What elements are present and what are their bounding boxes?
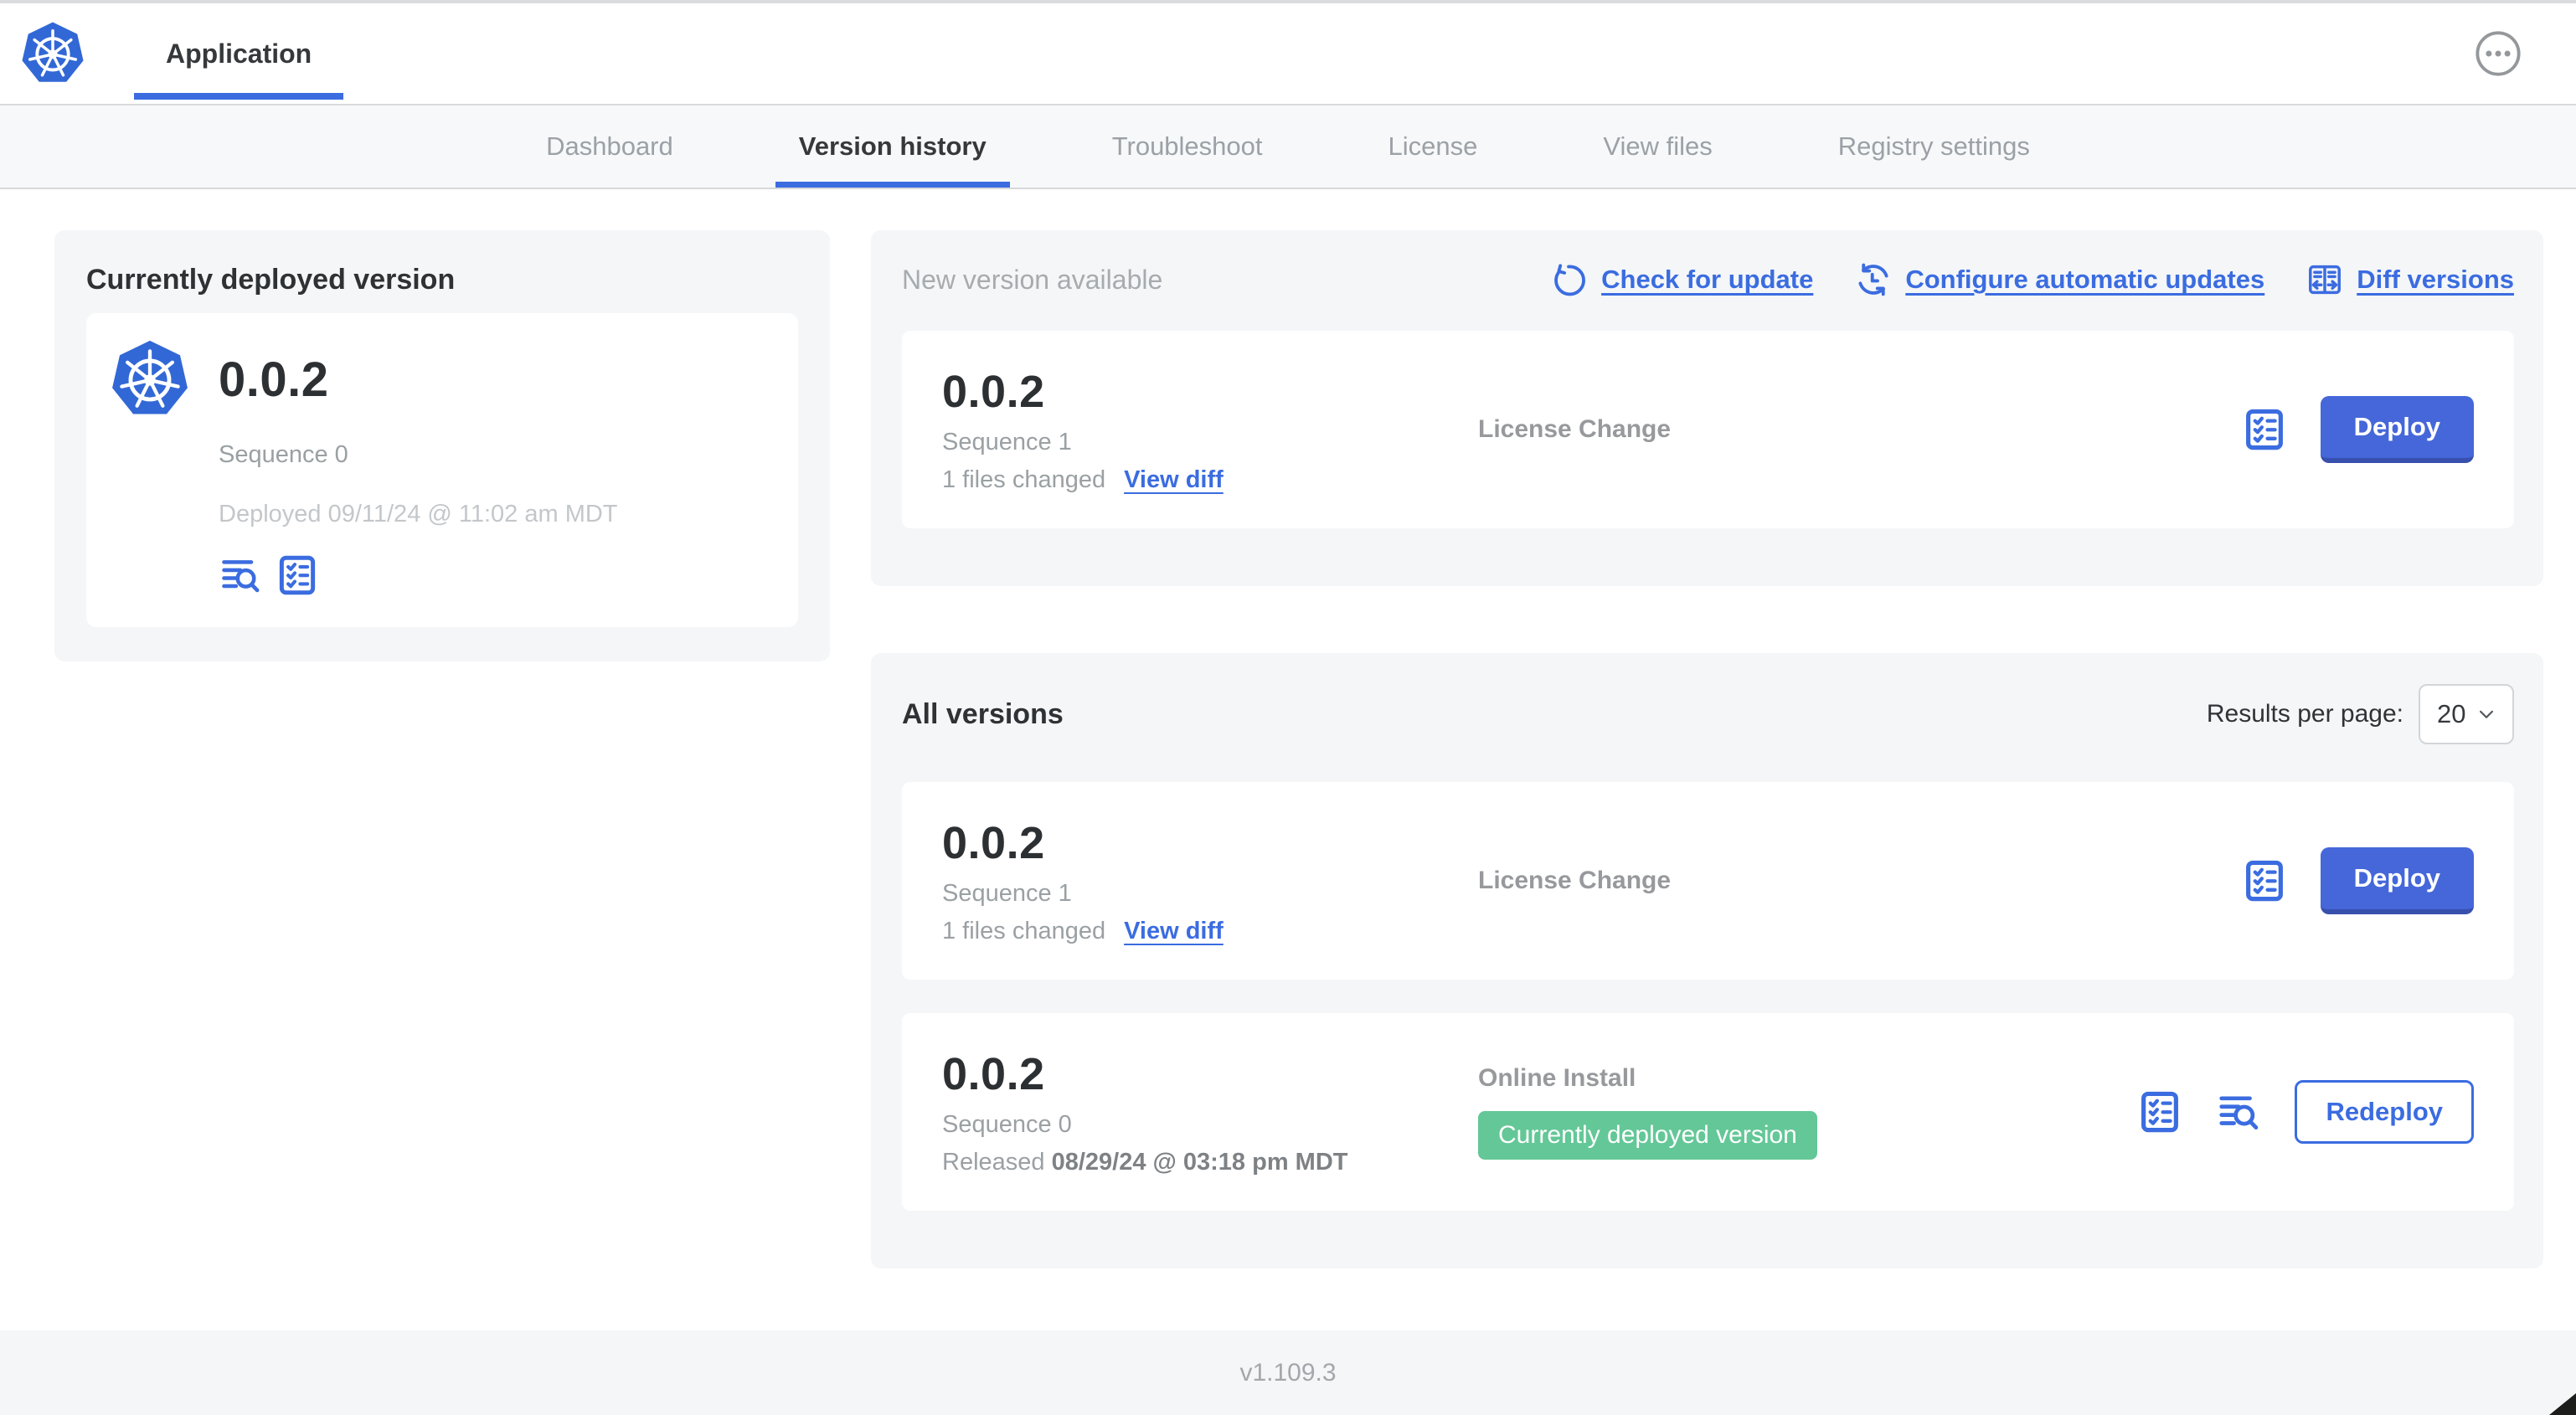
- preflight-checks-button[interactable]: [2242, 858, 2287, 903]
- deployed-version-card: 0.0.2 Sequence 0 Deployed 09/11/24 @ 11:…: [86, 313, 798, 627]
- view-diff-link[interactable]: View diff: [1124, 466, 1224, 494]
- version-sequence: Sequence 1: [942, 879, 1072, 907]
- app-subnav: Dashboard Version history Troubleshoot L…: [0, 105, 2576, 189]
- diff-columns-icon: [2309, 265, 2342, 295]
- deployed-version-number: 0.0.2: [219, 352, 329, 407]
- kubernetes-logo-icon: [20, 21, 85, 84]
- deployed-panel-title: Currently deployed version: [86, 264, 456, 296]
- rotate-ccw-icon: [1554, 264, 1586, 296]
- new-version-row: 0.0.2 Sequence 1 1 files changed View di…: [902, 331, 2514, 528]
- currently-deployed-badge: Currently deployed version: [1478, 1111, 1817, 1160]
- version-source: License Change: [1478, 415, 1672, 443]
- deployed-timestamp: Deployed 09/11/24 @ 11:02 am MDT: [219, 501, 618, 527]
- version-row: 0.0.2 Sequence 0 Released 08/29/24 @ 03:…: [902, 1013, 2514, 1211]
- view-diff-link[interactable]: View diff: [1124, 918, 1224, 945]
- kubernetes-app-icon: [110, 339, 190, 419]
- tab-label: Registry settings: [1837, 131, 2030, 161]
- preflight-checklist-icon: [2242, 858, 2287, 903]
- diff-versions-link[interactable]: Diff versions: [2306, 261, 2514, 298]
- deploy-button[interactable]: Deploy: [2320, 396, 2474, 463]
- preflight-checklist-icon: [2137, 1089, 2182, 1135]
- top-header: Application: [0, 3, 2576, 105]
- version-number: 0.0.2: [942, 366, 1045, 417]
- results-per-page-value: 20: [2437, 699, 2466, 728]
- deploy-logs-icon: [219, 553, 262, 597]
- deploy-logs-button[interactable]: [219, 553, 262, 597]
- cursor-artifact: [2549, 1393, 2576, 1415]
- redeploy-button[interactable]: Redeploy: [2295, 1080, 2474, 1144]
- all-versions-section: All versions Results per page: 20 0.0.2 …: [871, 653, 2543, 1268]
- version-source: License Change: [1478, 867, 1672, 894]
- preflight-checklist-icon: [2242, 407, 2287, 452]
- versions-column: New version available Check for update C…: [871, 230, 2543, 1268]
- currently-deployed-panel: Currently deployed version 0.0.2 Sequenc…: [54, 230, 830, 661]
- released-label: Released: [942, 1148, 1045, 1176]
- clock-refresh-icon: [1858, 263, 1888, 296]
- released-date: 08/29/24 @ 03:18 pm MDT: [1051, 1148, 1348, 1176]
- version-sequence: Sequence 1: [942, 428, 1072, 455]
- main-content: Currently deployed version 0.0.2 Sequenc…: [0, 189, 2576, 1330]
- console-version: v1.109.3: [1239, 1358, 1337, 1387]
- version-row: 0.0.2 Sequence 1 1 files changed View di…: [902, 782, 2514, 980]
- tab-version-history[interactable]: Version history: [775, 105, 1010, 188]
- tab-label: Troubleshoot: [1111, 131, 1263, 161]
- check-for-update-link[interactable]: Check for update: [1551, 261, 1813, 298]
- deploy-button[interactable]: Deploy: [2320, 847, 2474, 914]
- new-version-title: New version available: [902, 264, 1163, 295]
- tab-view-files[interactable]: View files: [1579, 105, 1735, 188]
- deploy-logs-icon: [2216, 1089, 2261, 1135]
- configure-automatic-updates-label: Configure automatic updates: [1905, 265, 2265, 294]
- check-for-update-label: Check for update: [1601, 265, 1814, 294]
- tab-troubleshoot[interactable]: Troubleshoot: [1089, 105, 1286, 188]
- tab-label: Version history: [798, 131, 987, 161]
- tab-label: Dashboard: [546, 131, 673, 161]
- app-page: Application Dashboard Version history Tr…: [0, 0, 2576, 1415]
- more-options-button[interactable]: [2474, 29, 2522, 78]
- version-released-line: Released 08/29/24 @ 03:18 pm MDT: [942, 1149, 1478, 1176]
- results-per-page-label: Results per page:: [2206, 700, 2403, 728]
- page-footer: v1.109.3: [0, 1330, 2576, 1415]
- version-number: 0.0.2: [942, 817, 1045, 868]
- deployed-sequence: Sequence 0: [219, 441, 348, 468]
- new-version-section: New version available Check for update C…: [871, 230, 2543, 586]
- tab-license[interactable]: License: [1365, 105, 1502, 188]
- tab-label: View files: [1603, 131, 1713, 161]
- deploy-logs-button[interactable]: [2216, 1089, 2261, 1135]
- all-versions-title: All versions: [902, 697, 1064, 730]
- tab-label: License: [1388, 131, 1478, 161]
- chevron-down-icon: [2480, 710, 2493, 718]
- files-changed-label: 1 files changed: [942, 466, 1106, 493]
- tab-registry-settings[interactable]: Registry settings: [1815, 105, 2053, 188]
- diff-versions-label: Diff versions: [2357, 265, 2514, 294]
- version-sequence: Sequence 0: [942, 1110, 1072, 1138]
- app-tab-application[interactable]: Application: [134, 3, 344, 104]
- app-tab-label: Application: [166, 38, 312, 69]
- preflight-checks-button[interactable]: [2242, 407, 2287, 452]
- preflight-checklist-icon: [276, 553, 319, 597]
- version-source: Online Install: [1478, 1064, 1636, 1092]
- tab-dashboard[interactable]: Dashboard: [523, 105, 697, 188]
- preflight-checks-button[interactable]: [2137, 1089, 2182, 1135]
- ellipsis-circle-icon: [2476, 31, 2521, 76]
- files-changed-label: 1 files changed: [942, 917, 1106, 944]
- preflight-checks-button[interactable]: [276, 553, 319, 597]
- results-per-page-select[interactable]: 20: [2419, 684, 2514, 744]
- configure-automatic-updates-link[interactable]: Configure automatic updates: [1855, 261, 2264, 298]
- version-number: 0.0.2: [942, 1048, 1045, 1099]
